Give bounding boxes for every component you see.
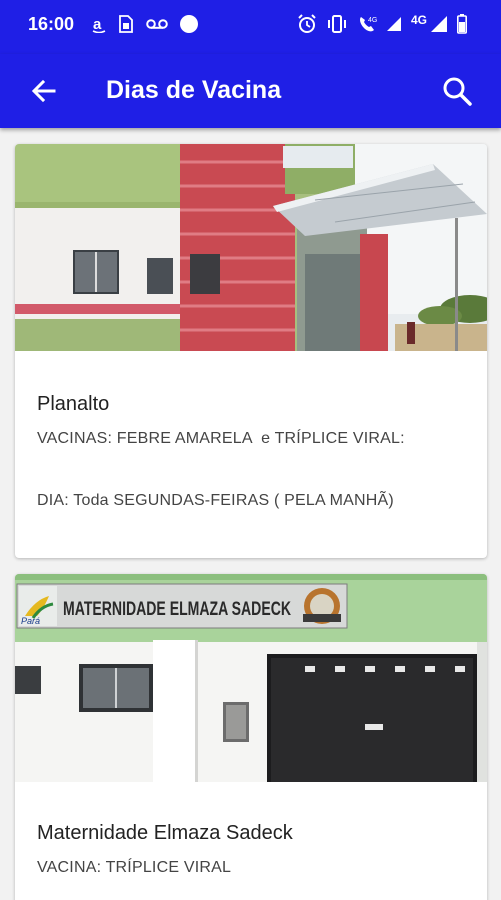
voicemail-icon	[146, 19, 168, 29]
vaccines-text: VACINAS: FEBRE AMARELA e TRÍPLICE VIRAL:	[37, 430, 405, 447]
sim-card-icon	[119, 15, 133, 33]
card-title: Maternidade Elmaza Sadeck	[37, 822, 293, 844]
amazon-icon: a	[92, 16, 106, 33]
page-title: Dias de Vacina	[106, 76, 282, 104]
signal-4g-icon	[386, 17, 401, 31]
status-bar: 16:00 a 4G 4G	[0, 0, 501, 54]
card-title: Planalto	[37, 393, 110, 415]
app-bar: Dias de Vacina	[0, 54, 501, 128]
card-body: Maternidade Elmaza Sadeck VACINA: TRÍPLI…	[15, 822, 487, 877]
list-item-card[interactable]: Planalto VACINAS: FEBRE AMARELA e TRÍPLI…	[15, 144, 487, 558]
notification-icons: a	[92, 15, 198, 33]
alarm-icon	[298, 14, 316, 33]
system-icons: 4G 4G	[297, 13, 467, 34]
sign-logo-text: Pará	[21, 616, 40, 626]
vaccines-text: VACINA: TRÍPLICE VIRAL	[37, 859, 232, 876]
card-body: Planalto VACINAS: FEBRE AMARELA e TRÍPLI…	[15, 393, 487, 510]
dot-icon	[180, 15, 198, 33]
wifi-calling-icon: 4G	[359, 17, 377, 32]
vaccine-day-list: Planalto VACINAS: FEBRE AMARELA e TRÍPLI…	[0, 128, 501, 900]
svg-text:4G: 4G	[368, 17, 377, 24]
day-text: DIA: Toda SEGUNDAS-FEIRAS ( PELA MANHÃ)	[37, 492, 394, 509]
list-item-card[interactable]: Pará MATERNIDADE ELMAZA SADECK Maternida…	[15, 574, 487, 900]
maternity-building-photo: Pará MATERNIDADE ELMAZA SADECK	[15, 574, 487, 782]
sign-text: MATERNIDADE ELMAZA SADECK	[63, 599, 291, 620]
vibrate-icon	[327, 15, 346, 33]
battery-icon	[457, 14, 467, 34]
search-icon[interactable]	[439, 73, 475, 109]
network-label: 4G	[410, 13, 427, 27]
signal-icon	[431, 16, 447, 32]
svg-text:a: a	[93, 16, 102, 33]
arrow-left-icon[interactable]	[28, 75, 60, 107]
health-center-building-photo	[15, 144, 487, 351]
clock: 16:00	[28, 14, 75, 34]
